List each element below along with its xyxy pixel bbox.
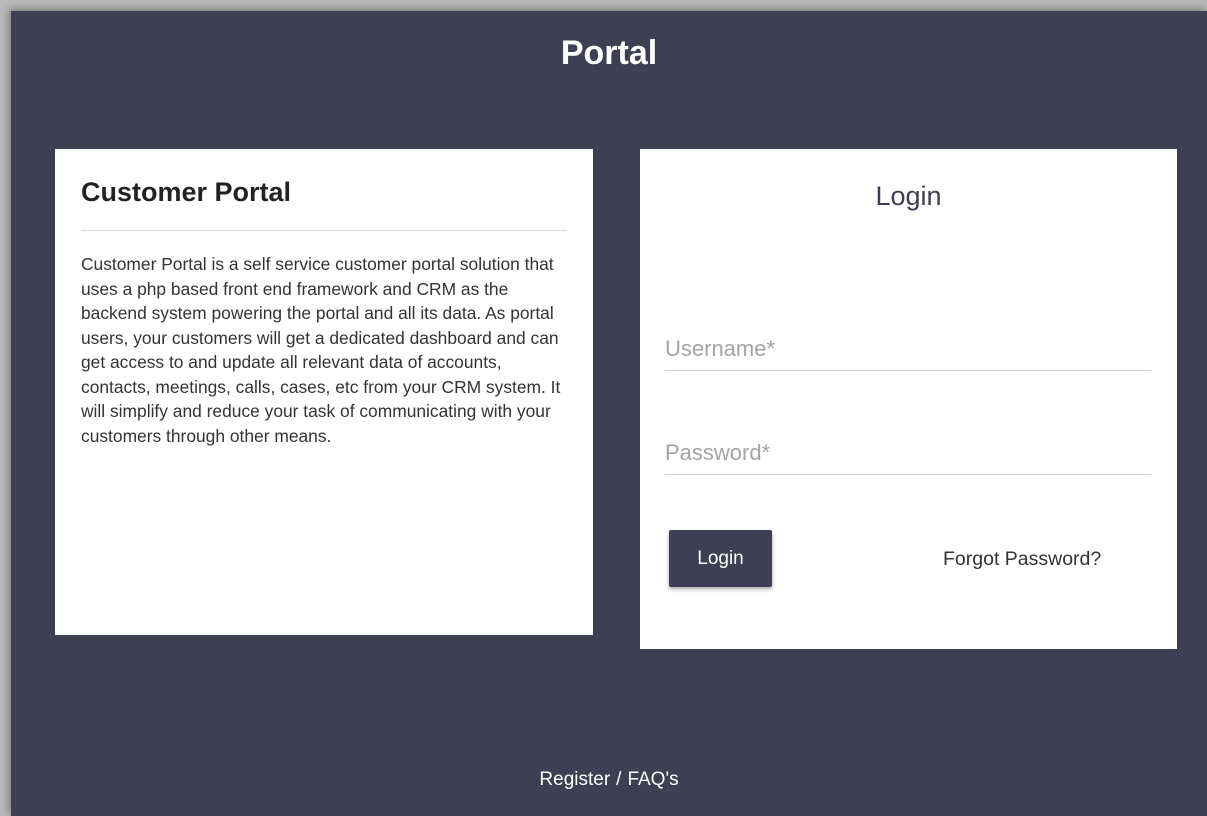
login-button[interactable]: Login [669, 530, 772, 587]
login-title: Login [875, 181, 942, 211]
footer-links: Register / FAQ's [11, 768, 1207, 792]
page-title: Portal [560, 34, 658, 72]
register-link[interactable]: Register [539, 769, 610, 790]
footer-separator: / [616, 769, 622, 790]
login-card: Login Login Forgot Password? [640, 149, 1177, 649]
username-field[interactable] [665, 328, 1151, 371]
password-field[interactable] [665, 432, 1151, 475]
info-card: Customer Portal Customer Portal is a sel… [55, 149, 593, 635]
faq-link[interactable]: FAQ's [627, 769, 678, 790]
info-description: Customer Portal is a self service custom… [81, 254, 561, 446]
forgot-password-link[interactable]: Forgot Password? [943, 547, 1101, 571]
page-frame: Portal Customer Portal Customer Portal i… [11, 11, 1207, 816]
info-title: Customer Portal [81, 175, 567, 231]
